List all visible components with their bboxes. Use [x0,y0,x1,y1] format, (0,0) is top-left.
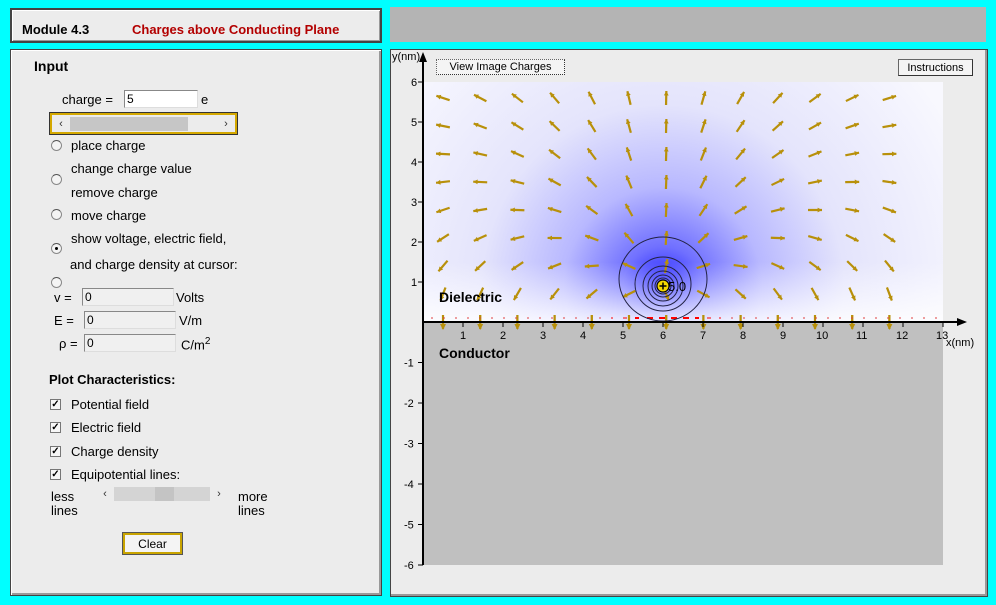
top-gray-bar [390,7,986,42]
plot-panel: y(nm) x(nm) 1 2 3 4 5 6 7 8 9 10 11 12 13 6 5 4 3 2 1 -1 -2 -3-… [390,49,988,597]
x-tick-label: 1 [460,330,466,342]
x-tick-label: 8 [740,330,746,342]
option-checkbox-1[interactable]: ✓ [50,422,61,433]
less-lines-label-1: less [51,489,75,504]
readout-unit-text: Volts [176,290,205,305]
x-tick-label: 7 [700,330,706,342]
less-lines-label-2: lines [51,503,78,518]
readout-field[interactable] [84,334,176,352]
readout-unit: V/m [179,313,202,328]
y-axis-arrow-icon [419,52,427,62]
y-tick-label: -2 [404,398,414,410]
mode-radio-2[interactable] [51,209,62,220]
charge-value-label: 5.0 [668,279,686,294]
more-lines-label-1: more [238,489,268,504]
input-panel: Input charge = e ‹ › place charge change … [10,49,382,596]
readout-unit: Volts [176,290,204,305]
y-tick-label: -1 [404,358,414,370]
x-tick-label: 13 [936,330,948,342]
x-tick-label: 6 [660,330,666,342]
y-tick-label: 4 [411,157,417,169]
scroll-left-icon[interactable]: ‹ [52,118,70,130]
mode-radio-4[interactable] [51,277,62,288]
dielectric-label: Dielectric [439,289,502,305]
y-tick-label: -6 [404,560,414,572]
clear-button[interactable]: Clear [122,532,183,555]
charge-input[interactable] [124,90,198,108]
charge-unit: e [201,92,209,107]
x-tick-label: 10 [816,330,828,342]
readout-label: E = [54,313,74,328]
y-tick-label: 5 [411,117,417,129]
y-tick-label: -4 [404,479,414,491]
lines-slider-track[interactable] [114,487,210,501]
mode-label: show voltage, electric field, [71,231,227,246]
x-tick-label: 4 [580,330,586,342]
view-image-charges-button[interactable]: View Image Charges [436,59,565,75]
plot-characteristics-heading: Plot Characteristics: [49,372,176,387]
readout-field[interactable] [84,311,176,329]
module-title-bar: Module 4.3 Charges above Conducting Plan… [10,8,382,43]
charge-slider[interactable]: ‹ › [49,112,238,135]
y-tick-label: -3 [404,439,414,451]
charge-slider-thumb[interactable] [70,116,188,131]
scroll-left-icon[interactable]: ‹ [96,488,114,500]
x-axis-arrow-icon [957,318,967,326]
readout-unit-superscript: 2 [204,336,211,347]
x-axis-label: x(nm) [946,337,974,349]
mode-radio-1[interactable] [51,174,62,185]
readout-unit-text: C/m [181,337,205,353]
mode-label: place charge [71,138,146,153]
readout-unit-text: V/m [179,313,203,328]
input-heading: Input [34,58,69,74]
conductor-label: Conductor [439,345,510,361]
scroll-right-icon[interactable]: › [210,488,228,500]
option-label: Charge density [71,444,159,459]
x-tick-label: 5 [620,330,626,342]
option-checkbox-3[interactable]: ✓ [50,469,61,480]
equipotential-lines-slider[interactable]: ‹ › [96,486,228,502]
module-number: Module 4.3 [22,22,90,37]
charge-slider-track[interactable] [70,116,217,131]
scroll-right-icon[interactable]: › [217,118,235,130]
readout-unit: C/m2 [181,336,210,352]
mode-radio-0[interactable] [51,140,62,151]
y-tick-label: 1 [411,277,417,289]
mode-label: remove charge [71,185,158,200]
lines-slider-thumb[interactable] [155,487,175,501]
more-lines-label-2: lines [238,503,265,518]
y-tick-label: 3 [411,197,417,209]
instructions-button[interactable]: Instructions [898,59,973,76]
y-axis-label: y(nm) [392,51,420,63]
readout-label: v = [54,290,72,305]
x-tick-label: 3 [540,330,546,342]
charge-label: charge = [62,92,113,107]
y-tick-label: 6 [411,77,417,89]
mode-continuation-text: and charge density at cursor: [70,257,238,272]
option-label: Electric field [71,420,142,435]
module-title: Charges above Conducting Plane [132,22,340,37]
x-tick-label: 11 [856,330,867,342]
readout-field[interactable] [82,288,174,306]
option-label: Potential field [71,397,150,412]
option-checkbox-0[interactable]: ✓ [50,399,61,410]
y-tick-label: -5 [404,520,414,532]
x-tick-label: 9 [780,330,786,342]
y-tick-label: 2 [411,237,417,249]
mode-label: move charge [71,208,147,223]
option-checkbox-2[interactable]: ✓ [50,446,61,457]
mode-label: change charge value [71,161,192,176]
x-tick-label: 2 [500,330,506,342]
mode-radio-3[interactable] [51,243,62,254]
field-plot[interactable]: y(nm)x(nm)1 2 3 4 5 6 7 8 9 10 11 12 13654321-1-2-3-… [391,50,987,596]
readout-label: ρ = [59,336,78,351]
option-label: Equipotential lines: [71,467,181,482]
x-tick-label: 12 [896,330,908,342]
